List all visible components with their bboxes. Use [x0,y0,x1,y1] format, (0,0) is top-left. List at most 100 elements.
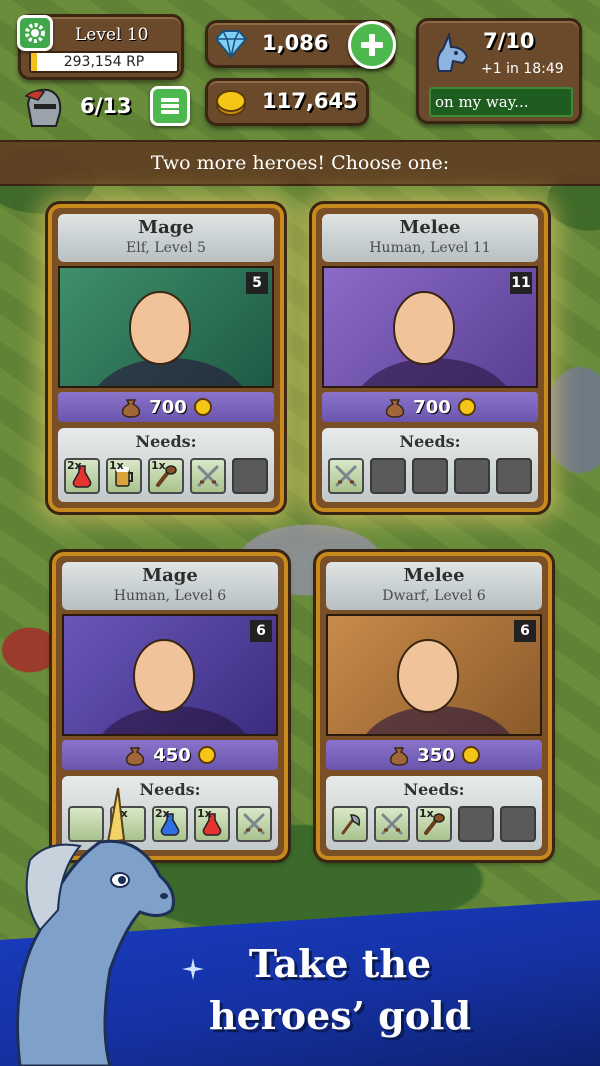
gold-coin-icon [197,746,216,764]
needs-slots: 1x [332,806,536,842]
crossed-swords-icon [243,813,265,835]
plus-icon [361,34,383,56]
heroes-panel: 6/13 [22,84,192,132]
gold-sack-icon [126,747,145,766]
rp-value: 293,154 RP [63,54,145,70]
hero-price: 700 [58,392,274,422]
empty-need-slot [496,458,532,494]
hero-class: Melee [399,217,461,238]
needs-slots [328,458,532,494]
hero-portrait: 6 [326,614,542,736]
hero-race-level: Dwarf, Level 6 [382,588,486,604]
need-slot[interactable] [328,458,364,494]
knight-helmet-icon [24,88,62,127]
hero-level-badge: 6 [514,620,536,642]
hero-card-header: Mage Elf, Level 5 [58,214,274,262]
gold-coin-icon [193,398,212,416]
gold-sack-icon [390,747,409,766]
hero-race-level: Human, Level 6 [113,588,227,604]
needs-label: Needs: [399,432,461,451]
hero-figure [362,291,506,386]
needs-label: Needs: [403,780,465,799]
hero-portrait: 6 [62,614,278,736]
needs-slots: 2x 1x 1x [64,458,268,494]
hero-card[interactable]: Melee Dwarf, Level 6 6 350 Needs: 1x [316,552,552,860]
hero-price-value: 350 [417,744,455,766]
need-slot[interactable] [236,806,272,842]
unicorn-timer: +1 in 18:49 [481,61,564,77]
gems-panel: 1,086 [205,20,396,69]
gold-sack-icon [122,399,141,418]
hero-card[interactable]: Mage Elf, Level 5 5 700 Needs: 2x 1x 1x [48,204,284,512]
hero-level-badge: 11 [510,272,532,294]
needs-label: Needs: [135,432,197,451]
crossed-swords-icon [381,813,403,835]
hero-portrait: 5 [58,266,274,388]
unicorn-mascot [16,787,175,1066]
hero-needs: Needs: [322,428,538,502]
level-panel: Level 10 293,154 RP [17,14,184,80]
hero-figure [366,639,510,734]
hero-class: Melee [403,565,465,586]
gems-count: 1,086 [262,31,329,55]
hero-card-header: Melee Human, Level 11 [322,214,538,262]
rp-progress-bar: 293,154 RP [29,51,179,73]
empty-need-slot [458,806,494,842]
hero-card-header: Melee Dwarf, Level 6 [326,562,542,610]
list-icon [161,98,179,114]
unicorn-panel[interactable]: 7/10 +1 in 18:49 on my way... [416,18,582,124]
hero-figure [102,639,246,734]
settings-gear-button[interactable] [17,15,53,51]
crossed-swords-icon [335,465,357,487]
gold-coin-icon [457,398,476,416]
need-quantity: 2x [67,459,82,472]
hero-price: 450 [62,740,278,770]
crossed-swords-icon [197,465,219,487]
hero-race-level: Human, Level 11 [369,240,491,256]
empty-need-slot [232,458,268,494]
gold-panel: 117,645 [205,78,369,126]
empty-need-slot [500,806,536,842]
gold-coin-icon [461,746,480,764]
hero-needs: Needs: 2x 1x 1x [58,428,274,502]
need-slot[interactable] [190,458,226,494]
hero-level-badge: 6 [250,620,272,642]
hero-race-level: Elf, Level 5 [126,240,206,256]
heroes-list-button[interactable] [150,86,190,126]
unicorn-count: 7/10 [483,29,535,53]
hero-card-header: Mage Human, Level 6 [62,562,278,610]
need-slot[interactable]: 1x [106,458,142,494]
need-quantity: 1x [419,807,434,820]
hero-price-value: 700 [413,396,451,418]
empty-need-slot [370,458,406,494]
hero-portrait: 11 [322,266,538,388]
empty-need-slot [412,458,448,494]
need-quantity: 1x [197,807,212,820]
promo-line-2: heroes’ gold [208,993,472,1038]
hero-class: Mage [138,217,194,238]
gold-count: 117,645 [262,89,358,113]
unicorn-status: on my way... [429,87,573,117]
need-slot[interactable] [374,806,410,842]
hero-price-value: 700 [149,396,187,418]
need-slot[interactable]: 1x [194,806,230,842]
heroes-count: 6/13 [80,94,132,118]
hero-card[interactable]: Melee Human, Level 11 11 700 Needs: [312,204,548,512]
hero-price: 350 [326,740,542,770]
need-slot[interactable]: 2x [64,458,100,494]
axe-icon [341,814,361,835]
choose-hero-banner: Two more heroes! Choose one: [0,140,600,186]
promo-headline: Take the heroes’ gold [190,938,490,1042]
hero-class: Mage [142,565,198,586]
need-quantity: 1x [109,459,124,472]
gear-icon [25,23,45,43]
diamond-icon [214,30,248,59]
hero-price: 700 [322,392,538,422]
hero-level-badge: 5 [246,272,268,294]
buy-gems-button[interactable] [348,21,396,69]
gold-coins-icon [216,90,246,116]
need-slot[interactable]: 1x [416,806,452,842]
hero-needs: Needs: 1x [326,776,542,850]
need-slot[interactable]: 1x [148,458,184,494]
need-slot[interactable] [332,806,368,842]
